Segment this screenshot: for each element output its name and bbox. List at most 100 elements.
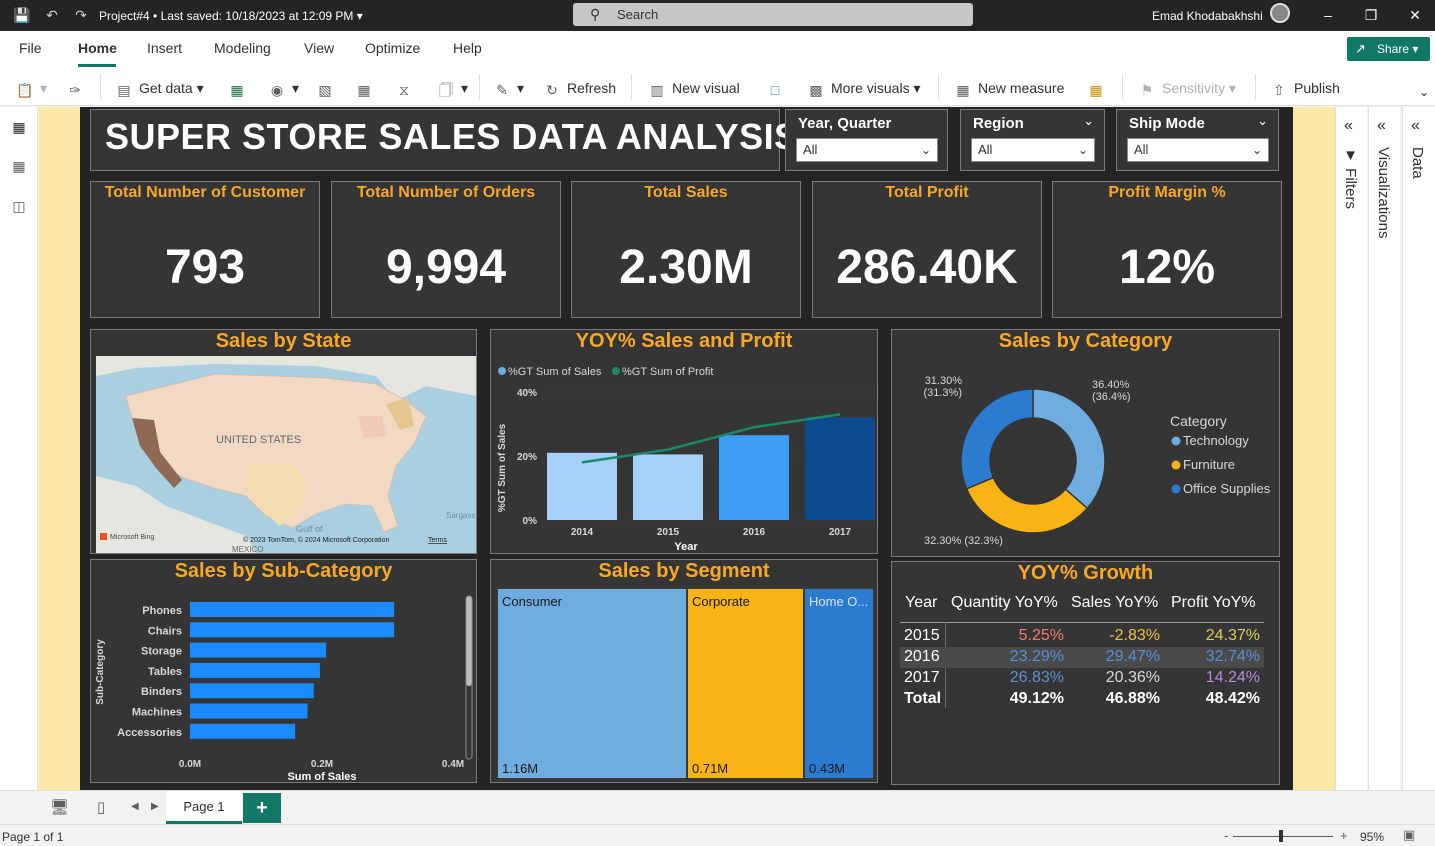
minimize-icon[interactable]: – xyxy=(1318,6,1338,24)
enter-data-button[interactable]: ▦ xyxy=(355,78,379,98)
table-view-icon[interactable]: ▦ xyxy=(10,158,28,176)
scrollbar[interactable] xyxy=(466,596,472,686)
next-page-icon[interactable]: ▶ xyxy=(151,801,159,812)
donut-slice[interactable] xyxy=(1032,388,1106,510)
treemap-cell-home-office[interactable]: Home O... 0.43M xyxy=(804,588,874,779)
bar-subcategory[interactable] xyxy=(190,602,395,617)
dataverse-button[interactable]: ⧖ xyxy=(395,78,419,98)
page-tab[interactable]: Page 1 xyxy=(166,791,242,824)
data-pane-label[interactable]: Data xyxy=(1409,147,1426,179)
table-row[interactable]: 2015 5.25% -2.83% 24.37% xyxy=(900,626,1264,647)
desktop-layout-icon[interactable]: 🖥 xyxy=(50,798,69,816)
filters-pane-label[interactable]: ▼ Filters xyxy=(1342,147,1359,209)
expand-visualizations-icon[interactable]: « xyxy=(1377,117,1386,135)
get-data-button[interactable]: ▤ Get data ▾ xyxy=(115,78,203,98)
bar-sales[interactable] xyxy=(805,417,875,520)
tab-help[interactable]: Help xyxy=(453,40,482,56)
collapse-filters-icon[interactable]: « xyxy=(1344,117,1353,135)
zoom-slider-track[interactable] xyxy=(1233,836,1333,837)
slicer-region[interactable]: Region ⌄ All ⌄ xyxy=(960,109,1105,171)
bar-subcategory[interactable] xyxy=(190,723,296,739)
column-header[interactable]: Sales YoY% xyxy=(1071,594,1158,618)
map-canvas[interactable]: UNITED STATES Gulf of MEXICO Sargass Mic… xyxy=(96,356,476,553)
title-card[interactable]: SUPER STORE SALES DATA ANALYSIS xyxy=(90,109,798,171)
ribbon-collapse-icon[interactable]: ⌄ xyxy=(1419,82,1429,102)
excel-button[interactable]: ▦ xyxy=(228,78,252,98)
treemap-cell-corporate[interactable]: Corporate 0.71M xyxy=(687,588,804,779)
prev-page-icon[interactable]: ◀ xyxy=(131,801,139,812)
data-pane[interactable]: « Data xyxy=(1402,107,1435,790)
legend-label[interactable]: Technology xyxy=(1183,433,1249,448)
recent-sources-button[interactable]: 🗍 ▾ xyxy=(437,78,468,98)
add-page-button[interactable]: + xyxy=(243,793,281,823)
text-box-button[interactable]: □ xyxy=(766,78,790,98)
paste-button[interactable]: 📋 ▾ xyxy=(16,78,47,98)
sql-button[interactable]: ▧ xyxy=(316,78,340,98)
zoom-out-icon[interactable]: - xyxy=(1224,828,1228,843)
slicer-dropdown[interactable]: All ⌄ xyxy=(796,138,938,162)
tab-insert[interactable]: Insert xyxy=(147,40,182,56)
format-painter-button[interactable]: ✑ xyxy=(66,78,90,98)
donut-slice[interactable] xyxy=(960,388,1034,490)
slicer-year-quarter[interactable]: Year, Quarter All ⌄ xyxy=(785,109,948,171)
zoom-in-icon[interactable]: + xyxy=(1340,828,1348,843)
legend-label[interactable]: Furniture xyxy=(1183,457,1235,472)
treemap-sales-by-segment[interactable]: Sales by Segment Consumer 1.16M Corporat… xyxy=(490,559,878,783)
restore-icon[interactable]: ❐ xyxy=(1361,6,1381,24)
column-header[interactable]: Profit YoY% xyxy=(1171,594,1256,618)
publish-button[interactable]: ⇧ Publish xyxy=(1270,78,1340,98)
combo-chart-yoy-sales-profit[interactable]: YOY% Sales and Profit %GT Sum of Sales %… xyxy=(490,329,878,554)
visualizations-pane-label[interactable]: Visualizations xyxy=(1375,147,1392,238)
filters-pane[interactable]: « ▼ Filters xyxy=(1335,107,1367,790)
slicer-ship-mode[interactable]: Ship Mode ⌄ All ⌄ xyxy=(1116,109,1279,171)
redo-icon[interactable]: ↷ xyxy=(72,6,90,24)
tab-modeling[interactable]: Modeling xyxy=(214,40,271,56)
chevron-down-icon[interactable]: ⌄ xyxy=(1083,113,1094,129)
column-header[interactable]: Quantity YoY% xyxy=(951,594,1058,618)
donut-chart-sales-by-category[interactable]: Sales by Category Category 36.40% (36.4%)… xyxy=(891,329,1280,557)
fit-to-page-icon[interactable]: ▣ xyxy=(1403,827,1415,843)
tab-optimize[interactable]: Optimize xyxy=(365,40,420,56)
share-button[interactable]: ↗ Share ▾ xyxy=(1347,37,1430,61)
search-input[interactable]: ⚲ Search xyxy=(573,3,973,26)
mobile-layout-icon[interactable]: ▯ xyxy=(97,798,105,816)
quick-measure-button[interactable]: ▦ xyxy=(1087,78,1111,98)
bar-sales[interactable] xyxy=(633,454,703,520)
table-row[interactable]: 2016 23.29% 29.47% 32.74% xyxy=(900,647,1264,668)
project-name[interactable]: Project#4 • Last saved: 10/18/2023 at 12… xyxy=(99,9,363,23)
bar-subcategory[interactable] xyxy=(190,642,327,658)
bar-sales[interactable] xyxy=(547,452,617,520)
legend-label[interactable]: Office Supplies xyxy=(1183,481,1271,496)
bar-subcategory[interactable] xyxy=(190,662,320,678)
line-profit[interactable] xyxy=(581,413,841,464)
zoom-slider-thumb[interactable] xyxy=(1279,830,1283,842)
bar-subcategory[interactable] xyxy=(190,622,395,638)
treemap-cell-consumer[interactable]: Consumer 1.16M xyxy=(497,588,687,779)
report-view-icon[interactable]: ▦ xyxy=(10,119,28,137)
more-visuals-button[interactable]: ▩ More visuals ▾ xyxy=(807,78,920,98)
new-measure-button[interactable]: ▦ New measure xyxy=(954,78,1064,98)
bar-sales[interactable] xyxy=(719,435,789,520)
sensitivity-button[interactable]: ⚑ Sensitivity ▾ xyxy=(1138,78,1236,98)
onelake-button[interactable]: ◉ ▾ xyxy=(268,78,299,98)
undo-icon[interactable]: ↶ xyxy=(43,6,61,24)
close-icon[interactable]: ✕ xyxy=(1405,6,1425,24)
map-visual-sales-by-state[interactable]: Sales by State UNITED STATES Gulf of MEX… xyxy=(90,329,477,554)
kpi-card-customers[interactable]: Total Number of Customer 793 xyxy=(90,181,320,318)
chevron-down-icon[interactable]: ⌄ xyxy=(1257,113,1268,129)
kpi-card-sales[interactable]: Total Sales 2.30M xyxy=(571,181,801,318)
kpi-card-profit[interactable]: Total Profit 286.40K xyxy=(812,181,1042,318)
bar-chart-sales-by-subcategory[interactable]: Sales by Sub-Category Sub-Category Sum o… xyxy=(90,559,477,783)
table-total-row[interactable]: Total 49.12% 46.88% 48.42% xyxy=(900,689,1264,710)
tab-view[interactable]: View xyxy=(304,40,334,56)
map-terms-link[interactable]: Terms xyxy=(428,537,448,544)
avatar[interactable] xyxy=(1270,3,1290,23)
refresh-button[interactable]: ↻ Refresh xyxy=(543,78,616,98)
bar-subcategory[interactable] xyxy=(190,683,314,699)
tab-file[interactable]: File xyxy=(19,40,42,56)
new-visual-button[interactable]: ▥ New visual xyxy=(648,78,739,98)
kpi-card-orders[interactable]: Total Number of Orders 9,994 xyxy=(331,181,561,318)
expand-data-icon[interactable]: « xyxy=(1411,117,1420,135)
model-view-icon[interactable]: ◫ xyxy=(10,198,28,216)
transform-data-button[interactable]: ✎ ▾ xyxy=(493,78,524,98)
